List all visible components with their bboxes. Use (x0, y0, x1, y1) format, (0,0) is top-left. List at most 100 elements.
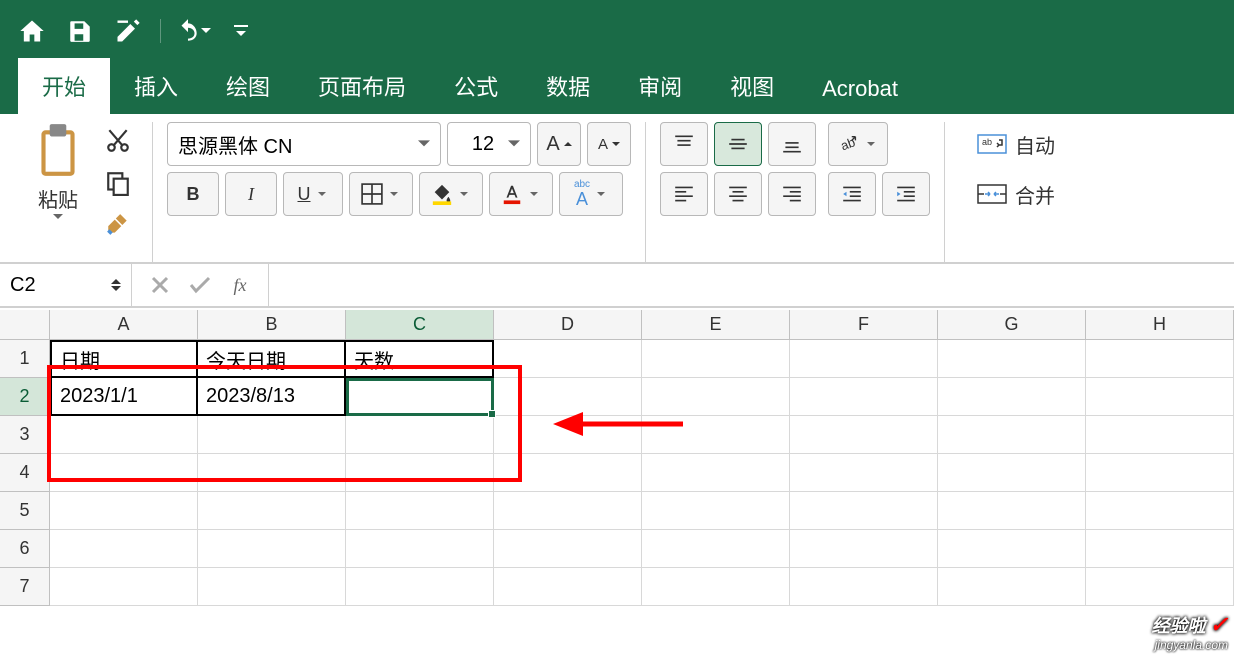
customize-qat-button[interactable] (221, 11, 261, 51)
cell-c1[interactable]: 天数 (346, 340, 494, 378)
tab-page-layout[interactable]: 页面布局 (294, 58, 430, 114)
cell-c6[interactable] (346, 530, 494, 568)
save-button[interactable] (60, 11, 100, 51)
cell-d3[interactable] (494, 416, 642, 454)
row-header-1[interactable]: 1 (0, 340, 50, 378)
cell-f6[interactable] (790, 530, 938, 568)
tab-formulas[interactable]: 公式 (430, 58, 522, 114)
cell-e1[interactable] (642, 340, 790, 378)
column-header-h[interactable]: H (1086, 310, 1234, 339)
cell-g4[interactable] (938, 454, 1086, 492)
cell-h7[interactable] (1086, 568, 1234, 606)
font-size-select[interactable]: 12 (447, 122, 531, 166)
align-center-button[interactable] (714, 172, 762, 216)
tab-view[interactable]: 视图 (706, 58, 798, 114)
row-header-3[interactable]: 3 (0, 416, 50, 454)
increase-font-button[interactable]: A (537, 122, 581, 166)
cell-h2[interactable] (1086, 378, 1234, 416)
increase-indent-button[interactable] (882, 172, 930, 216)
cell-f7[interactable] (790, 568, 938, 606)
cell-g6[interactable] (938, 530, 1086, 568)
select-all-corner[interactable] (0, 310, 50, 339)
cell-b2[interactable]: 2023/8/13 (198, 378, 346, 416)
decrease-font-button[interactable]: A (587, 122, 631, 166)
cell-c2[interactable] (346, 378, 494, 416)
cell-b1[interactable]: 今天日期 (198, 340, 346, 378)
cell-g7[interactable] (938, 568, 1086, 606)
phonetic-guide-button[interactable]: abcA (559, 172, 623, 216)
cell-e6[interactable] (642, 530, 790, 568)
cell-b4[interactable] (198, 454, 346, 492)
cell-h1[interactable] (1086, 340, 1234, 378)
cell-e5[interactable] (642, 492, 790, 530)
font-name-select[interactable]: 思源黑体 CN (167, 122, 441, 166)
cell-c4[interactable] (346, 454, 494, 492)
orientation-button[interactable]: ab (828, 122, 888, 166)
cell-d6[interactable] (494, 530, 642, 568)
cell-a7[interactable] (50, 568, 198, 606)
edit-button[interactable] (108, 11, 148, 51)
tab-insert[interactable]: 插入 (110, 58, 202, 114)
confirm-formula-button[interactable] (184, 269, 216, 301)
cell-a3[interactable] (50, 416, 198, 454)
cell-f2[interactable] (790, 378, 938, 416)
undo-button[interactable] (173, 11, 213, 51)
italic-button[interactable]: I (225, 172, 277, 216)
column-header-e[interactable]: E (642, 310, 790, 339)
tab-review[interactable]: 审阅 (614, 58, 706, 114)
tab-draw[interactable]: 绘图 (202, 58, 294, 114)
cell-f5[interactable] (790, 492, 938, 530)
decrease-indent-button[interactable] (828, 172, 876, 216)
cell-g2[interactable] (938, 378, 1086, 416)
cell-d4[interactable] (494, 454, 642, 492)
row-header-6[interactable]: 6 (0, 530, 50, 568)
align-bottom-button[interactable] (768, 122, 816, 166)
insert-function-button[interactable]: fx (224, 269, 256, 301)
format-painter-button[interactable] (98, 206, 138, 244)
cut-button[interactable] (98, 122, 138, 160)
cell-e4[interactable] (642, 454, 790, 492)
cell-d7[interactable] (494, 568, 642, 606)
tab-home[interactable]: 开始 (18, 58, 110, 114)
cell-a6[interactable] (50, 530, 198, 568)
cell-g5[interactable] (938, 492, 1086, 530)
name-box[interactable]: C2 (0, 264, 132, 306)
underline-button[interactable]: U (283, 172, 343, 216)
row-header-2[interactable]: 2 (0, 378, 50, 416)
cell-a4[interactable] (50, 454, 198, 492)
cell-d2[interactable] (494, 378, 642, 416)
wrap-text-button[interactable]: ab 自动 (969, 122, 1063, 166)
cell-c3[interactable] (346, 416, 494, 454)
column-header-c[interactable]: C (346, 310, 494, 339)
tab-data[interactable]: 数据 (522, 58, 614, 114)
row-header-7[interactable]: 7 (0, 568, 50, 606)
align-top-button[interactable] (660, 122, 708, 166)
column-header-b[interactable]: B (198, 310, 346, 339)
cell-h6[interactable] (1086, 530, 1234, 568)
borders-button[interactable] (349, 172, 413, 216)
home-qat-button[interactable] (12, 11, 52, 51)
cell-b7[interactable] (198, 568, 346, 606)
merge-cells-button[interactable]: 合并 (969, 172, 1063, 216)
cell-d5[interactable] (494, 492, 642, 530)
column-header-g[interactable]: G (938, 310, 1086, 339)
cell-b6[interactable] (198, 530, 346, 568)
cell-h5[interactable] (1086, 492, 1234, 530)
cell-c7[interactable] (346, 568, 494, 606)
column-header-a[interactable]: A (50, 310, 198, 339)
paste-button[interactable]: 粘贴 (26, 122, 90, 244)
column-header-f[interactable]: F (790, 310, 938, 339)
cell-b5[interactable] (198, 492, 346, 530)
copy-button[interactable] (98, 164, 138, 202)
fill-color-button[interactable] (419, 172, 483, 216)
align-left-button[interactable] (660, 172, 708, 216)
cell-e2[interactable] (642, 378, 790, 416)
row-header-5[interactable]: 5 (0, 492, 50, 530)
cell-a1[interactable]: 日期 (50, 340, 198, 378)
bold-button[interactable]: B (167, 172, 219, 216)
cell-f4[interactable] (790, 454, 938, 492)
cell-g1[interactable] (938, 340, 1086, 378)
cell-c5[interactable] (346, 492, 494, 530)
align-middle-button[interactable] (714, 122, 762, 166)
cell-d1[interactable] (494, 340, 642, 378)
